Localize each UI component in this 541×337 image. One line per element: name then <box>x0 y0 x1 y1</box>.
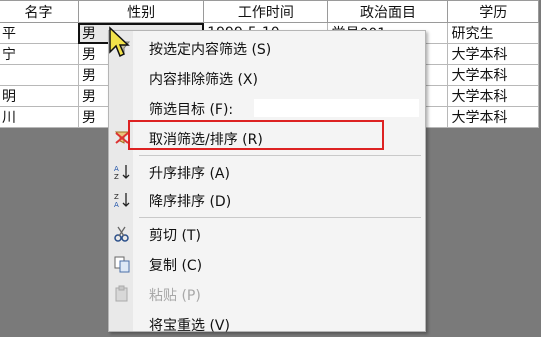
column-header-political-status[interactable]: 政治面目 <box>327 0 449 23</box>
cell[interactable]: 明 <box>0 85 79 107</box>
menu-item-sort-ascending[interactable]: AZ 升序排序 (A) <box>109 159 425 185</box>
cell[interactable]: 研究生 <box>447 22 539 44</box>
menu-item-copy[interactable]: 复制 (C) <box>109 251 425 277</box>
menu-item-label: 粘贴 (P) <box>149 288 201 304</box>
menu-item-filter-excluding-selection[interactable]: 内容排除筛选 (X) <box>109 65 425 91</box>
sort-descending-icon: ZA <box>113 191 131 209</box>
menu-item-label: 升序排序 (A) <box>149 166 230 182</box>
cell[interactable]: 平 <box>0 22 79 44</box>
menu-item-sort-descending[interactable]: ZA 降序排序 (D) <box>109 187 425 213</box>
sort-ascending-icon: AZ <box>113 163 131 181</box>
cell[interactable]: 宁 <box>0 43 79 65</box>
menu-item-label: 筛选目标 (F): <box>149 102 234 118</box>
menu-item-filter-for: 筛选目标 (F): <box>109 95 425 121</box>
paste-icon <box>113 285 131 303</box>
cell[interactable]: 川 <box>0 106 79 128</box>
column-header-education[interactable]: 学历 <box>447 0 539 23</box>
menu-item-label: 降序排序 (D) <box>149 194 232 210</box>
mouse-pointer-icon <box>109 26 130 58</box>
menu-item-label: 剪切 (T) <box>149 228 201 244</box>
menu-separator <box>139 155 421 156</box>
column-header-name[interactable]: 名字 <box>0 0 79 23</box>
menu-item-insert-object[interactable]: 将宝重选 (V) <box>109 311 425 337</box>
header-row: 名字 性别 工作时间 政治面目 学历 <box>0 0 539 23</box>
column-header-gender[interactable]: 性别 <box>77 0 205 23</box>
column-header-work-time[interactable]: 工作时间 <box>203 0 329 23</box>
menu-separator <box>139 217 421 218</box>
red-highlight-box <box>128 120 384 150</box>
menu-item-paste[interactable]: 粘贴 (P) <box>109 281 425 307</box>
svg-text:Z: Z <box>114 193 119 201</box>
scissors-icon <box>113 225 131 243</box>
menu-item-cut[interactable]: 剪切 (T) <box>109 221 425 247</box>
svg-text:A: A <box>114 201 119 209</box>
cell[interactable] <box>0 64 79 86</box>
svg-text:A: A <box>114 165 119 173</box>
menu-item-label: 内容排除筛选 (X) <box>149 72 258 88</box>
svg-text:Z: Z <box>114 173 119 181</box>
menu-item-label: 复制 (C) <box>149 258 203 274</box>
filter-for-input[interactable] <box>254 99 419 117</box>
context-menu: 按选定内容筛选 (S) 内容排除筛选 (X) 筛选目标 (F): 取消筛选/排序… <box>108 30 426 334</box>
cell[interactable]: 大学本科 <box>447 85 539 107</box>
menu-item-filter-by-selection[interactable]: 按选定内容筛选 (S) <box>109 35 425 61</box>
copy-icon <box>113 255 131 273</box>
cell[interactable]: 大学本科 <box>447 64 539 86</box>
cell[interactable]: 大学本科 <box>447 106 539 128</box>
menu-item-label: 将宝重选 (V) <box>149 318 230 334</box>
menu-item-label: 按选定内容筛选 (S) <box>149 42 272 58</box>
cell[interactable]: 大学本科 <box>447 43 539 65</box>
